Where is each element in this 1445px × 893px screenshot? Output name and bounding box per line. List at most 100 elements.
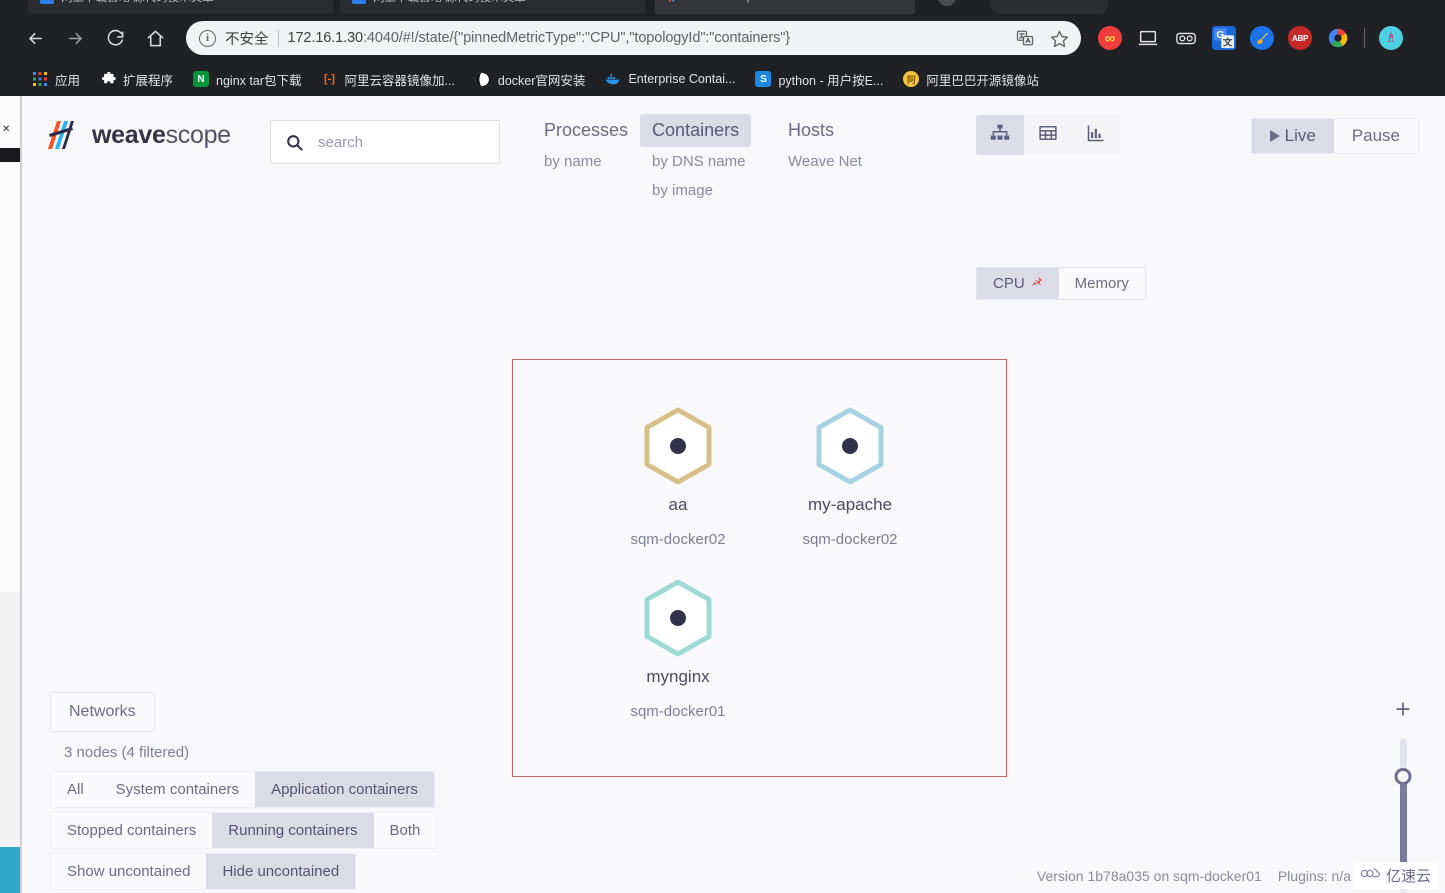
bookmark-item[interactable]: 扩展程序 — [90, 66, 183, 92]
filter-application-containers[interactable]: Application containers — [255, 772, 434, 807]
bookmark-label: 阿里云容器镜像加... — [344, 73, 455, 88]
metric-memory-button[interactable]: Memory — [1059, 268, 1145, 299]
live-button[interactable]: Live — [1251, 119, 1334, 153]
search-icon — [285, 133, 304, 152]
watermark-text: 亿速云 — [1385, 868, 1431, 885]
node-count-label: 3 nodes (4 filtered) — [64, 744, 190, 761]
topology-containers-by-dns-name[interactable]: by DNS name — [640, 147, 757, 176]
node-shape-wrap — [785, 405, 915, 487]
networks-button[interactable]: Networks — [50, 692, 155, 732]
globe-icon — [475, 71, 491, 87]
topology-group-containers: Containers by DNS name by image — [640, 114, 776, 205]
hexagon-icon — [644, 579, 712, 657]
metric-cpu-button[interactable]: CPU — [977, 268, 1059, 299]
weave-scope-app: weavescope Processes by name Containers … — [22, 96, 1445, 893]
pushpin-icon[interactable] — [1030, 275, 1043, 292]
watermark: 亿速云 — [1352, 862, 1439, 889]
topology-processes-by-name[interactable]: by name — [532, 147, 614, 176]
topology-hosts-weave-net[interactable]: Weave Net — [776, 147, 874, 176]
browser-tab-strip: 网上下载自动 源代码技术文章 网上下载自动 源代码技术文章 Weave Scop… — [0, 0, 1445, 14]
browser-tab[interactable]: 网上下载自动 源代码技术文章 — [28, 0, 333, 14]
browser-tab-active[interactable]: Weave Scope — [655, 0, 915, 14]
alibaba-icon: 阿 — [903, 71, 920, 87]
topology-containers-by-image[interactable]: by image — [640, 176, 725, 205]
bookmark-item[interactable]: N nginx tar包下载 — [183, 66, 311, 92]
site-info-icon[interactable]: i — [199, 29, 216, 47]
watermark-cloud-icon — [1359, 866, 1381, 886]
toolbar-separator — [1364, 28, 1365, 48]
bookmark-item[interactable]: 应用 — [22, 66, 90, 92]
bookmark-label: Enterprise Contai... — [628, 72, 736, 86]
omnibox-divider — [277, 29, 279, 47]
search-input[interactable] — [316, 132, 485, 152]
bg-window-close-glyph: ✕ — [2, 124, 11, 135]
docker-whale-icon — [605, 71, 621, 87]
bookmark-star-icon[interactable] — [1049, 28, 1069, 48]
pause-label: Pause — [1351, 126, 1400, 145]
adblock-plus-extension-icon[interactable]: ABP — [1288, 26, 1312, 50]
node-mynginx[interactable]: mynginx sqm-docker01 — [613, 577, 743, 720]
bookmark-item[interactable]: 阿 阿里巴巴开源镜像站 — [893, 66, 1049, 92]
node-my-apache[interactable]: my-apache sqm-docker02 — [785, 405, 915, 548]
node-aa[interactable]: aa sqm-docker02 — [613, 405, 743, 548]
browser-chrome: 网上下载自动 源代码技术文章 网上下载自动 源代码技术文章 Weave Scop… — [0, 0, 1445, 96]
address-bar[interactable]: i 不安全 172.16.1.30:4040/#!/state/{"pinned… — [186, 21, 1081, 55]
new-tab-button[interactable] — [938, 0, 956, 6]
google-translate-extension-icon[interactable]: G 文 — [1212, 26, 1236, 50]
bar-chart-icon — [1086, 123, 1106, 148]
filter-all[interactable]: All — [51, 772, 100, 807]
metric-selector: CPU Memory — [976, 267, 1146, 300]
resource-view-button[interactable] — [1072, 115, 1120, 155]
play-icon — [1269, 130, 1280, 142]
plugins-label: Plugins: n/a — [1277, 867, 1351, 884]
topology-containers[interactable]: Containers — [640, 114, 752, 147]
forward-button[interactable] — [58, 21, 92, 55]
zoom-slider-handle[interactable] — [1394, 768, 1412, 785]
topology-canvas[interactable]: aa sqm-docker02 my-apache sqm-docker02 m… — [512, 359, 1007, 777]
node-label: my-apache — [807, 495, 893, 514]
sitemap-icon — [990, 123, 1010, 148]
search-box[interactable] — [270, 120, 500, 164]
hexagon-icon — [644, 407, 712, 485]
translate-icon[interactable] — [1015, 28, 1035, 48]
infinity-extension-icon[interactable]: ∞ — [1098, 26, 1122, 50]
bookmark-item[interactable]: docker官网安装 — [465, 66, 596, 92]
filter-both[interactable]: Both — [374, 813, 437, 848]
filter-row-container-type: All System containers Application contai… — [50, 771, 435, 808]
filter-row-uncontained: Show uncontained Hide uncontained — [50, 853, 357, 890]
graph-view-button[interactable] — [976, 115, 1024, 155]
user-avatar[interactable]: ♗ — [1379, 26, 1403, 50]
table-view-button[interactable] — [1024, 115, 1072, 155]
topology-hosts[interactable]: Hosts — [776, 114, 846, 147]
goggles-extension-icon[interactable] — [1174, 26, 1198, 50]
filter-stopped-containers[interactable]: Stopped containers — [51, 813, 212, 848]
back-button[interactable] — [18, 21, 52, 55]
filter-running-containers[interactable]: Running containers — [212, 813, 374, 848]
node-label: mynginx — [646, 667, 710, 686]
paintbrush-extension-icon[interactable] — [1250, 26, 1274, 50]
chrome-ring-extension-icon[interactable] — [1326, 26, 1350, 50]
remote-desktop-extension-icon[interactable] — [1136, 26, 1160, 50]
app-logo[interactable]: weavescope — [46, 118, 231, 152]
stackoverflow-icon: S — [755, 71, 772, 87]
reload-button[interactable] — [98, 21, 132, 55]
app-logo-text: weavescope — [92, 120, 231, 149]
bookmark-item[interactable]: [-] 阿里云容器镜像加... — [311, 66, 464, 92]
tab-favicon — [40, 0, 54, 4]
bookmark-item[interactable]: Enterprise Contai... — [595, 66, 745, 92]
home-button[interactable] — [138, 21, 172, 55]
tab-title: 网上下载自动 源代码技术文章 — [373, 0, 526, 5]
pause-button[interactable]: Pause — [1334, 119, 1418, 153]
topology-processes[interactable]: Processes — [532, 114, 640, 147]
bg-window-darkstrip — [0, 148, 22, 162]
browser-tab[interactable]: 网上下载自动 源代码技术文章 — [340, 0, 645, 14]
bookmark-label: 扩展程序 — [123, 73, 174, 88]
node-host-label: sqm-docker02 — [802, 531, 898, 548]
filter-hide-uncontained[interactable]: Hide uncontained — [206, 854, 356, 889]
node-label: aa — [668, 495, 688, 514]
filter-system-containers[interactable]: System containers — [100, 772, 255, 807]
bookmark-item[interactable]: S python - 用户按E... — [745, 66, 893, 92]
filter-show-uncontained[interactable]: Show uncontained — [51, 854, 206, 889]
zoom-slider-upper — [1399, 738, 1407, 766]
zoom-in-button[interactable]: + — [1395, 696, 1410, 722]
